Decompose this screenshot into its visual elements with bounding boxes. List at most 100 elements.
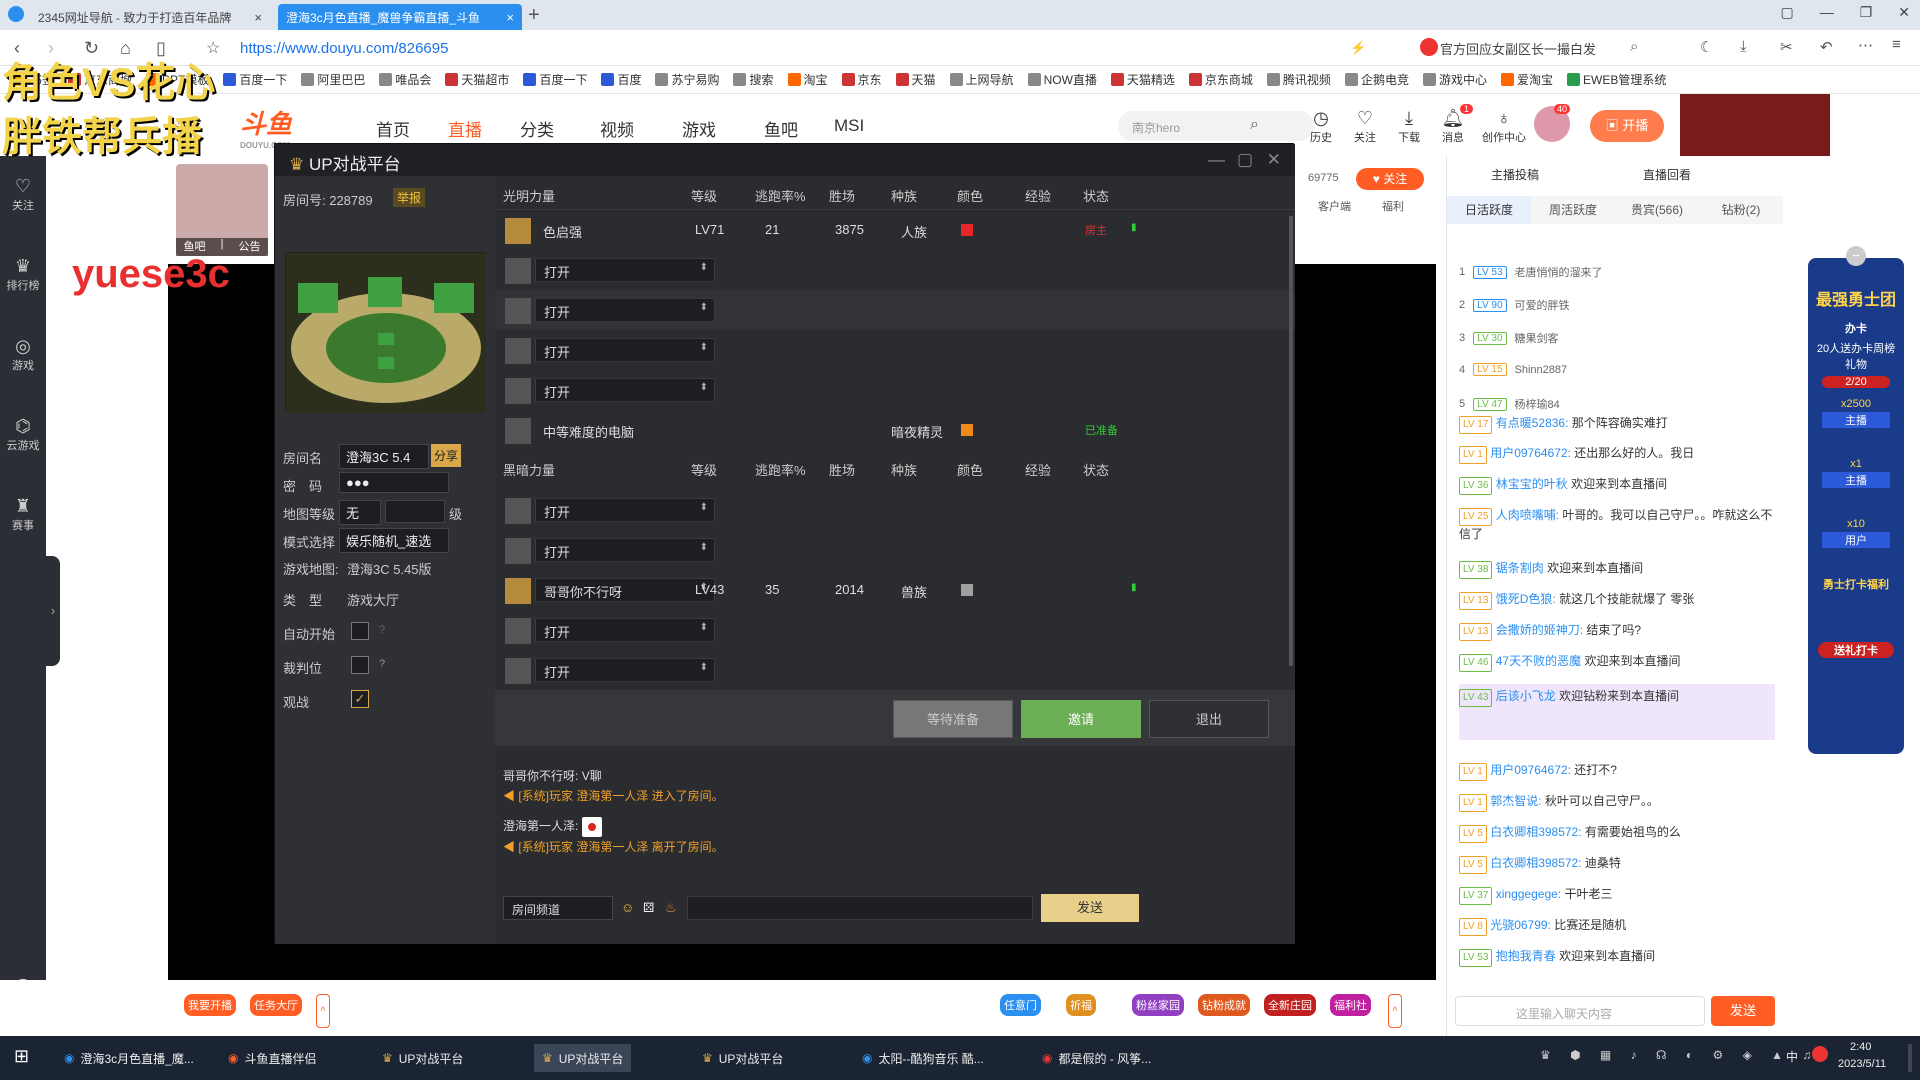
bookmark-item[interactable]: 上网导航 xyxy=(949,71,1014,88)
chat-input[interactable]: 这里输入聊天内容 xyxy=(1455,996,1705,1026)
nav-fishbar[interactable]: 鱼吧 xyxy=(764,116,798,141)
clock-date[interactable]: 2023/5/11 xyxy=(1838,1058,1886,1070)
bookmark-item[interactable]: 京东商城 xyxy=(1188,71,1253,88)
download-button[interactable]: ⤓ 下载 xyxy=(1392,108,1426,145)
collapse-arrow-icon[interactable]: ^ xyxy=(1388,994,1402,1028)
bookmark-item[interactable]: 百度一下 xyxy=(523,71,587,88)
slot-select[interactable]: 打开 xyxy=(535,618,715,642)
slot-select[interactable]: 打开 xyxy=(535,378,715,402)
open-slot[interactable]: 打开 xyxy=(495,370,1295,410)
rank-row[interactable]: 3 LV 30 糖果剑客 xyxy=(1459,330,1559,346)
rail-game[interactable]: ◎ 游戏 xyxy=(0,336,46,373)
taskbar-item[interactable]: ◉ 斗鱼直播伴侣 xyxy=(220,1044,325,1072)
collapse-arrow-icon[interactable]: ^ xyxy=(316,994,330,1028)
dice-icon[interactable]: ⚄ xyxy=(643,900,654,916)
room-chat-input[interactable] xyxy=(687,896,1033,920)
streamer-submit-link[interactable]: 主播投稿 xyxy=(1491,166,1539,183)
replay-link[interactable]: 直播回看 xyxy=(1643,166,1691,183)
tab-daily[interactable]: 日活跃度 xyxy=(1447,196,1531,224)
taskbar-item[interactable]: ♛ UP对战平台 xyxy=(374,1044,471,1072)
bookmark-item[interactable]: 游戏中心 xyxy=(1422,71,1487,88)
minimize-icon[interactable]: — xyxy=(1820,4,1834,21)
bookmark-item[interactable]: EWEB管理系统 xyxy=(1566,71,1666,88)
open-slot[interactable]: 打开 xyxy=(495,290,1295,330)
taskbar-item-active[interactable]: ♛ UP对战平台 xyxy=(534,1044,632,1072)
expand-rail-button[interactable]: › xyxy=(46,556,60,666)
menu-icon[interactable]: ≡ xyxy=(1892,36,1901,53)
tab-2345[interactable]: 2345网址导航 - 致力于打造百年品牌 × xyxy=(30,4,270,30)
promo-footer-button[interactable]: 送礼打卡 xyxy=(1818,642,1894,658)
map-level-input[interactable] xyxy=(385,500,445,523)
open-slot[interactable]: 打开 xyxy=(495,490,1295,530)
windows-start-icon[interactable]: ⊞ xyxy=(14,1046,29,1067)
open-slot[interactable]: 打开 xyxy=(495,650,1295,690)
tray-icons[interactable]: ♛ ⬢ ▦ ♪ ☊ ◐ ⚙ ◈ ▲ ♫ xyxy=(1540,1048,1819,1062)
rank-row[interactable]: 5 LV 47 杨梓瑜84 xyxy=(1459,396,1560,412)
history-button[interactable]: ◷ 历史 xyxy=(1304,108,1338,145)
bookmark-item[interactable]: 腾讯视频 xyxy=(1266,71,1331,88)
download-icon[interactable]: ⤓ xyxy=(1740,38,1747,55)
bookmark-item[interactable]: NOW直播 xyxy=(1027,71,1097,88)
fan-home-button[interactable]: 粉丝家园 xyxy=(1132,994,1184,1016)
search-engine-icon[interactable] xyxy=(1420,38,1438,56)
slots-scrollbar[interactable] xyxy=(1289,216,1293,666)
promo-sidebar[interactable]: 最强勇士团 办卡 20人送办卡周榜礼物 2/20 x2500 主播 x1 主播 … xyxy=(1808,258,1904,754)
rail-cloud-game[interactable]: ⌬ 云游戏 xyxy=(0,416,46,453)
tray-app-icon[interactable] xyxy=(1812,1046,1828,1062)
taskbar-item[interactable]: ◉ 都是假的 - 风筝... xyxy=(1034,1044,1159,1072)
rank-row[interactable]: 1 LV 53 老唐悄悄的溜来了 xyxy=(1459,264,1603,280)
creator-center-button[interactable]: ♁ 创作中心 xyxy=(1478,108,1530,145)
open-slot[interactable]: 打开 xyxy=(495,610,1295,650)
referee-checkbox[interactable] xyxy=(351,656,369,674)
bookmark-item[interactable]: 淘宝 xyxy=(787,71,828,88)
scissors-icon[interactable]: ✂ xyxy=(1780,38,1793,56)
slot-select[interactable]: 打开 xyxy=(535,538,715,562)
rail-events[interactable]: ♜ 赛事 xyxy=(0,496,46,533)
bookmark-item[interactable]: 天猫超市 xyxy=(445,71,509,88)
nav-video[interactable]: 视频 xyxy=(600,116,634,141)
bookmark-item[interactable]: 搜索 xyxy=(733,71,774,88)
bookmark-item[interactable]: 阿里巴巴 xyxy=(301,71,365,88)
color-swatch[interactable] xyxy=(961,584,973,596)
rail-follow[interactable]: ♡ 关注 xyxy=(0,176,46,213)
minimize-icon[interactable]: — xyxy=(1208,150,1225,170)
nav-home[interactable]: 首页 xyxy=(376,116,410,141)
show-desktop-button[interactable] xyxy=(1908,1044,1912,1072)
tab-weekly[interactable]: 周活跃度 xyxy=(1531,196,1615,224)
search-icon[interactable]: ⌕ xyxy=(1250,116,1259,134)
computer-slot[interactable]: 中等难度的电脑 暗夜精灵 已准备 xyxy=(495,410,1295,450)
ime-indicator[interactable]: 中 xyxy=(1786,1048,1798,1065)
gift-icon[interactable]: ♨ xyxy=(665,900,677,916)
bookmark-item[interactable]: 天猫 xyxy=(895,71,936,88)
task-hall-button[interactable]: 任务大厅 xyxy=(250,994,302,1016)
player-slot[interactable]: 色启强 LV71 21 3875 人族 房主 ▮ xyxy=(495,210,1295,250)
bookmark-item[interactable]: 百度 xyxy=(601,71,641,88)
slot-select[interactable]: 打开 xyxy=(535,298,715,322)
bookmark-item[interactable]: 企鹅电竞 xyxy=(1344,71,1409,88)
map-level-select[interactable]: 无 xyxy=(339,500,381,525)
mode-select[interactable]: 娱乐随机_速选 xyxy=(339,528,449,553)
new-manor-button[interactable]: 全新庄园 xyxy=(1264,994,1316,1016)
invite-button[interactable]: 邀请 xyxy=(1021,700,1141,738)
share-button[interactable]: 分享 xyxy=(431,444,462,467)
clock-time[interactable]: 2:40 xyxy=(1850,1041,1871,1053)
maximize-icon[interactable]: ❐ xyxy=(1860,4,1873,21)
slot-select[interactable]: 打开 xyxy=(535,338,715,362)
slot-select[interactable]: 打开 xyxy=(535,258,715,282)
more-icon[interactable]: ⋯ xyxy=(1858,36,1873,54)
tab-diamond[interactable]: 钻粉(2) xyxy=(1699,196,1783,224)
close-icon[interactable]: × xyxy=(506,10,514,25)
client-link[interactable]: 客户端 xyxy=(1318,198,1351,214)
close-window-icon[interactable]: ✕ xyxy=(1898,4,1910,21)
search-icon[interactable]: ⌕ xyxy=(1630,38,1638,55)
open-slot[interactable]: 打开 xyxy=(495,330,1295,370)
emoji-icon[interactable]: ☺ xyxy=(621,900,634,915)
room-send-button[interactable]: 发送 xyxy=(1041,894,1139,922)
watch-checkbox[interactable]: ✓ xyxy=(351,690,369,708)
diamond-achievement-button[interactable]: 钻粉成就 xyxy=(1198,994,1250,1016)
chat-send-button[interactable]: 发送 xyxy=(1711,996,1775,1026)
slot-select[interactable]: 打开 xyxy=(535,498,715,522)
slot-select[interactable]: 打开 xyxy=(535,658,715,682)
nav-live[interactable]: 直播 xyxy=(448,116,482,141)
rail-rank[interactable]: ♛ 排行榜 xyxy=(0,256,46,293)
